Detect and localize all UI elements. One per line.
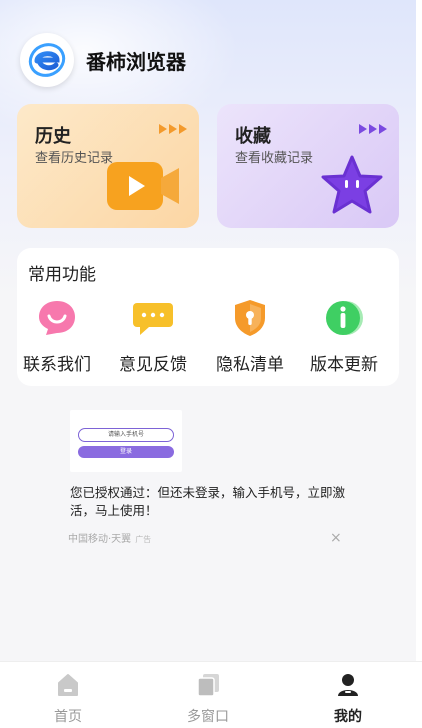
privacy-list-button[interactable]: 隐私清单 [210,298,290,375]
info-icon [304,298,384,338]
tab-home-label: 首页 [54,709,82,725]
tab-mine-label: 我的 [334,709,362,725]
edge-strip [416,0,422,727]
ad-text: 您已授权通过：但还未登录，输入手机号，立即激活，马上使用！ [70,485,346,518]
user-icon [338,674,358,696]
favorites-title: 收藏 [235,126,271,147]
shield-lock-icon [210,298,290,338]
ad-thumb-input: 请输入手机号 [78,428,174,442]
ad-source-label: 中国移动·天翼 [68,534,132,545]
favorites-subtitle: 查看收藏记录 [235,151,314,166]
ad-thumbnail: 请输入手机号 登录 [70,410,182,472]
bottom-tab-bar: 首页 多窗口 我的 [0,661,422,728]
close-icon[interactable]: × [330,530,342,546]
feedback-button[interactable]: 意见反馈 [113,298,193,375]
windows-icon [197,674,219,697]
ad-thumb-button: 登录 [78,446,174,458]
browser-logo-icon [20,33,74,87]
history-title: 历史 [35,126,71,147]
home-icon [58,674,78,696]
ad-source: 中国移动·天翼 广告 [68,530,151,545]
arrow-right-icon [359,124,387,134]
tab-home[interactable]: 首页 [28,672,108,726]
tab-mine[interactable]: 我的 [308,672,388,726]
contact-us-label: 联系我们 [23,355,91,375]
history-subtitle: 查看历史记录 [35,151,114,166]
favorites-card[interactable]: 收藏 查看收藏记录 [217,104,399,228]
feedback-label: 意见反馈 [119,355,187,375]
app-header: 番柿浏览器 [20,33,186,87]
contact-us-button[interactable]: 联系我们 [17,298,97,375]
functions-title: 常用功能 [28,265,96,285]
arrow-right-icon [159,124,187,134]
version-update-button[interactable]: 版本更新 [304,298,384,375]
version-update-label: 版本更新 [310,355,378,375]
star-icon [319,154,385,220]
ad-tag: 广告 [135,535,152,544]
privacy-list-label: 隐私清单 [216,355,284,375]
tab-multi-window[interactable]: 多窗口 [168,672,248,726]
message-icon [113,298,193,338]
tab-multi-window-label: 多窗口 [187,709,229,725]
common-functions-panel: 常用功能 联系我们 意见反馈 隐私清单 版本更新 [17,248,399,386]
chat-smile-icon [17,298,97,338]
history-card[interactable]: 历史 查看历史记录 [17,104,199,228]
app-title: 番柿浏览器 [86,49,186,74]
video-play-icon [103,156,185,220]
